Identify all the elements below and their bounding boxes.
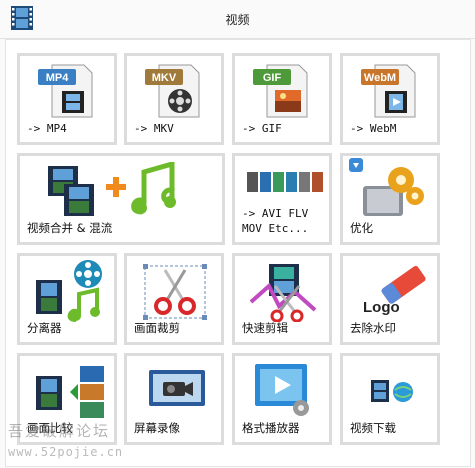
tile-label: -> AVI FLV MOV Etc... bbox=[242, 207, 309, 235]
crop-button[interactable]: 画面裁剪 bbox=[124, 253, 224, 345]
merge-and-mux-button[interactable]: 视频合并 & 混流 bbox=[17, 153, 225, 245]
compare-icon bbox=[36, 366, 104, 418]
tile-label: 去除水印 bbox=[350, 321, 396, 335]
tile-label: 快速剪辑 bbox=[242, 321, 288, 335]
format-player-button[interactable]: 格式播放器 bbox=[232, 353, 332, 445]
gif-file-icon: GIF bbox=[253, 64, 308, 118]
title-bar: 视频 bbox=[0, 0, 475, 39]
splitter-icon bbox=[36, 260, 102, 322]
convert-to-mkv-button[interactable]: MKV -> MKV bbox=[124, 53, 224, 145]
tile-label: 格式播放器 bbox=[242, 421, 300, 435]
tile-label: -> MP4 bbox=[27, 122, 67, 135]
tile-label: 分离器 bbox=[27, 321, 62, 335]
watermark-text: 吾爱破解论坛 bbox=[8, 422, 111, 440]
quick-cut-button[interactable]: 快速剪辑 bbox=[232, 253, 332, 345]
quick-cut-icon bbox=[249, 264, 317, 322]
tile-label: -> MKV bbox=[134, 122, 174, 135]
format-strip-icon bbox=[247, 172, 323, 192]
tile-label: -> WebM bbox=[350, 122, 397, 135]
crop-scissors-icon bbox=[143, 264, 207, 320]
tile-label: 视频下载 bbox=[350, 421, 396, 435]
mp4-badge: MP4 bbox=[46, 72, 70, 84]
download-globe-icon bbox=[371, 380, 413, 402]
mkv-badge: MKV bbox=[152, 72, 177, 84]
mp4-file-icon: MP4 bbox=[38, 64, 93, 118]
player-icon bbox=[255, 364, 309, 416]
watermark-url: www.52pojie.cn bbox=[8, 445, 124, 459]
optimize-button[interactable]: 优化 bbox=[340, 153, 440, 245]
webm-file-icon: WebM bbox=[361, 64, 416, 118]
splitter-button[interactable]: 分离器 bbox=[17, 253, 117, 345]
tile-label: 屏幕录像 bbox=[134, 421, 180, 435]
logo-text: Logo bbox=[363, 299, 400, 316]
convert-other-formats-button[interactable]: -> AVI FLV MOV Etc... bbox=[232, 153, 332, 245]
window-title: 视频 bbox=[225, 13, 250, 27]
tile-label: -> GIF bbox=[242, 122, 282, 135]
optimize-gears-icon bbox=[349, 158, 424, 216]
convert-to-gif-button[interactable]: GIF -> GIF bbox=[232, 53, 332, 145]
tile-label: 视频合并 & 混流 bbox=[27, 221, 113, 235]
screen-camera-icon bbox=[149, 370, 205, 406]
mkv-file-icon: MKV bbox=[145, 64, 200, 118]
gif-badge: GIF bbox=[263, 72, 282, 84]
screen-record-button[interactable]: 屏幕录像 bbox=[124, 353, 224, 445]
remove-watermark-button[interactable]: Logo 去除水印 bbox=[340, 253, 440, 345]
convert-to-webm-button[interactable]: WebM -> WebM bbox=[340, 53, 440, 145]
eraser-logo-icon: Logo bbox=[363, 266, 426, 316]
webm-badge: WebM bbox=[364, 72, 396, 84]
convert-to-mp4-button[interactable]: MP4 -> MP4 bbox=[17, 53, 117, 145]
video-merge-music-icon bbox=[48, 162, 176, 216]
tile-label: 优化 bbox=[350, 221, 373, 235]
tile-label: 画面裁剪 bbox=[134, 321, 180, 335]
video-download-button[interactable]: 视频下载 bbox=[340, 353, 440, 445]
